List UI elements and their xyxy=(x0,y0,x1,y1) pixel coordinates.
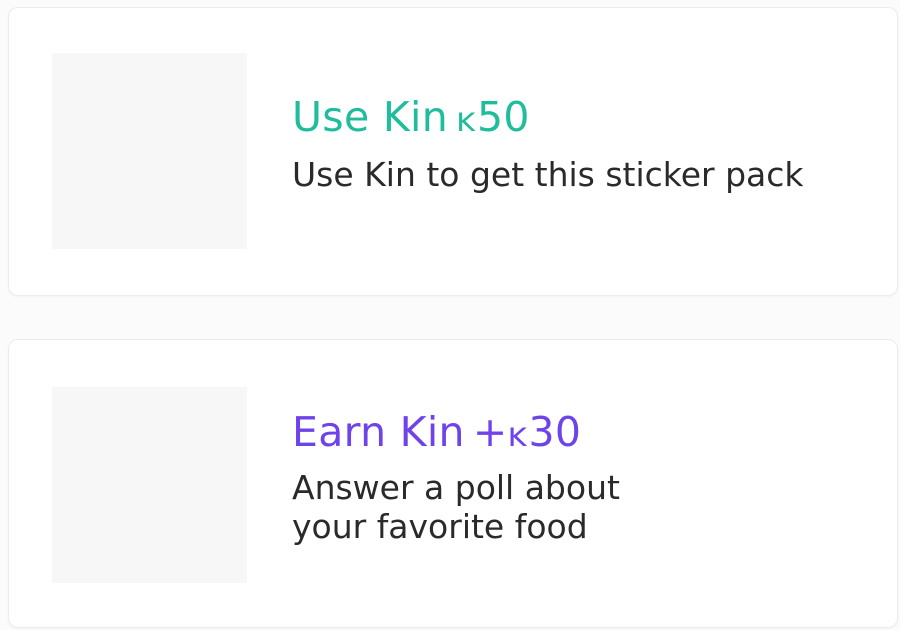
earn-offer-title-label: Earn Kin xyxy=(292,408,465,456)
earn-offer-amount-value: 30 xyxy=(528,408,582,456)
earn-offer-card[interactable]: Earn Kin +ĸ30 Answer a poll about your fa… xyxy=(8,339,898,628)
earn-offer-amount: +ĸ30 xyxy=(473,408,581,456)
spend-offer-description: Use Kin to get this sticker pack xyxy=(292,155,804,194)
spend-offer-card[interactable]: Use Kin ĸ50 Use Kin to get this sticker p… xyxy=(8,7,898,296)
spend-offer-title: Use Kin ĸ50 xyxy=(292,90,887,147)
kin-currency-icon: ĸ xyxy=(456,100,476,140)
kin-currency-icon: ĸ xyxy=(507,415,528,455)
poll-thumbnail xyxy=(52,387,247,583)
spend-offer-title-label: Use Kin xyxy=(292,93,448,141)
earn-offer-title: Earn Kin +ĸ30 xyxy=(292,405,887,462)
earn-offer-amount-prefix: + xyxy=(472,408,508,456)
earn-offer-text: Earn Kin +ĸ30 Answer a poll about your fa… xyxy=(292,405,887,546)
sticker-pack-thumbnail xyxy=(52,53,247,249)
spend-offer-amount: ĸ50 xyxy=(456,93,530,141)
earn-offer-description: Answer a poll about your favorite food xyxy=(292,468,620,546)
spend-offer-text: Use Kin ĸ50 Use Kin to get this sticker p… xyxy=(292,90,887,194)
spend-offer-amount-value: 50 xyxy=(477,93,530,141)
